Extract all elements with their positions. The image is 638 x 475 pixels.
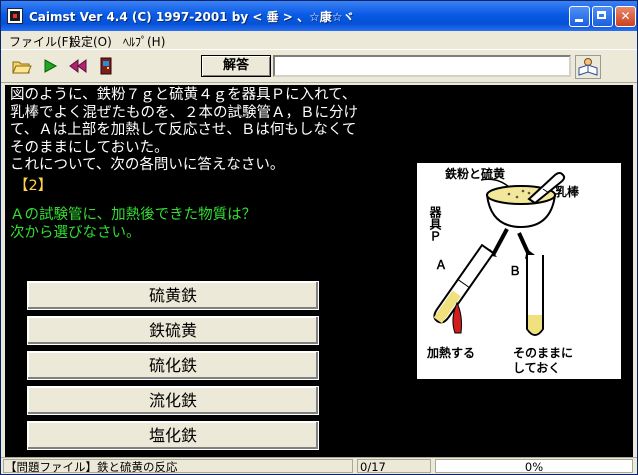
arrow-to-a [491, 228, 509, 256]
experiment-diagram: 鉄粉と硫黄 乳棒 器具Ｐ Ａ Ｂ 加熱する そのままに しておく [426, 166, 580, 375]
caption-heat: 加熱する [426, 345, 475, 360]
menu-help[interactable]: ﾍﾙﾌﾟ(H) [123, 33, 165, 50]
label-vessel: 器具Ｐ [428, 206, 442, 242]
question-number: 【2】 [14, 178, 53, 194]
test-tube-b [526, 255, 544, 336]
label-iron-sulfur: 鉄粉と硫黄 [445, 166, 505, 181]
exit-icon[interactable] [95, 56, 117, 76]
toolbar: 解答 [1, 49, 637, 83]
experiment-figure: 鉄粉と硫黄 乳棒 器具Ｐ Ａ Ｂ 加熱する そのままに しておく [417, 163, 621, 379]
minimize-button[interactable] [569, 6, 590, 27]
close-button[interactable]: ✕ [615, 6, 636, 27]
test-tube-a [433, 243, 495, 324]
answer-button[interactable]: 解答 [201, 55, 271, 77]
rewind-icon[interactable] [67, 56, 89, 76]
app-icon[interactable] [7, 8, 23, 24]
app-window: Caimst Ver 4.4 (C) 1997-2001 by < 垂 > 、☆… [0, 0, 638, 475]
label-tube-a: Ａ [435, 258, 447, 272]
menu-file[interactable]: ファイル(F) [9, 33, 73, 50]
menu-settings[interactable]: 設定(O) [69, 33, 112, 50]
status-question-count: 0/17 [357, 459, 431, 474]
window-title: Caimst Ver 4.4 (C) 1997-2001 by < 垂 > 、☆… [29, 10, 355, 24]
progress-text: 0% [524, 460, 544, 474]
choice-button-4[interactable]: 流化鉄 [27, 386, 319, 415]
menu-bar: ファイル(F) 設定(O) ﾍﾙﾌﾟ(H) [1, 31, 637, 49]
choice-button-1[interactable]: 硫黄鉄 [27, 281, 319, 310]
answer-input[interactable] [273, 55, 571, 77]
book-icon[interactable] [575, 55, 601, 79]
question-panel: 図のように、鉄粉７ｇと硫黄４ｇを器具Ｐに入れて、 乳棒でよく混ぜたものを、２本の… [5, 85, 633, 457]
label-tube-b: Ｂ [509, 264, 521, 278]
choice-button-5[interactable]: 塩化鉄 [27, 421, 319, 450]
label-pestle: 乳棒 [555, 184, 580, 199]
choice-button-3[interactable]: 硫化鉄 [27, 351, 319, 380]
caption-leave-2: しておく [513, 361, 560, 375]
status-bar: 【問題ファイル】鉄と硫黄の反応 0/17 0% [1, 457, 637, 474]
title-bar[interactable]: Caimst Ver 4.4 (C) 1997-2001 by < 垂 > 、☆… [1, 1, 637, 31]
folder-open-icon[interactable] [11, 56, 33, 76]
maximize-button[interactable] [592, 6, 613, 27]
choice-button-2[interactable]: 鉄硫黄 [27, 316, 319, 345]
sub-question: Ａの試験管に、加熱後できた物質は？ 次から選びなさい。 [10, 207, 257, 241]
status-file-name: 【問題ファイル】鉄と硫黄の反応 [3, 459, 353, 474]
progress-bar: 0% [435, 459, 633, 474]
caption-leave-1: そのままに [513, 346, 573, 360]
play-icon[interactable] [39, 56, 61, 76]
question-text: 図のように、鉄粉７ｇと硫黄４ｇを器具Ｐに入れて、 乳棒でよく混ぜたものを、２本の… [10, 87, 358, 173]
